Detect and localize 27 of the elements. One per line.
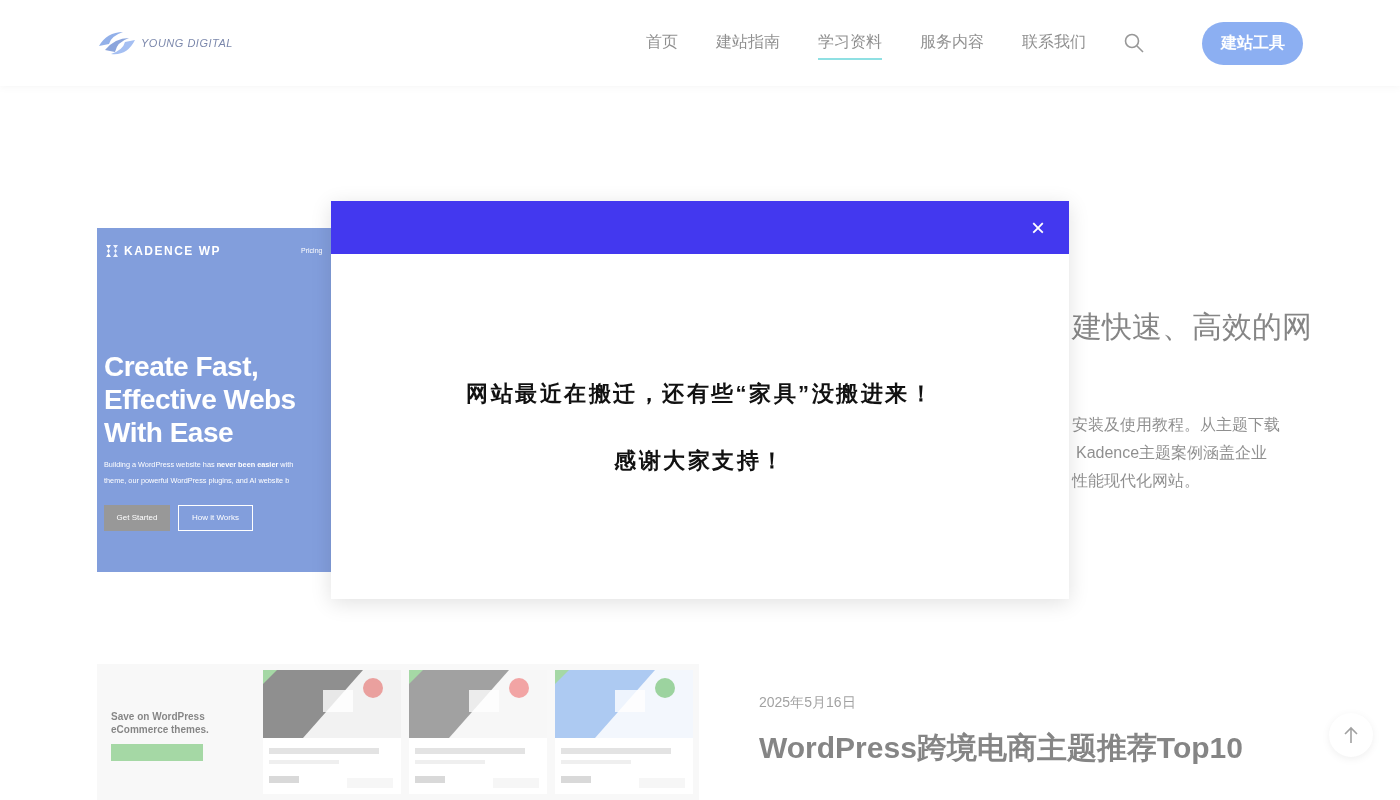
- arrow-up-icon: [1344, 726, 1358, 744]
- search-icon[interactable]: [1124, 33, 1144, 53]
- nav-link[interactable]: 服务内容: [920, 26, 984, 60]
- post-excerpt: 性能现代化网站。: [1072, 471, 1201, 491]
- brand-name: KADENCE WP: [124, 243, 221, 260]
- get-started-button[interactable]: Get Started: [104, 504, 170, 531]
- headline: Create Fast,: [104, 349, 259, 383]
- nav-link[interactable]: 学习资料: [818, 26, 882, 60]
- post-date: 2025年5月16日: [759, 693, 857, 712]
- nav-link[interactable]: 建站指南: [716, 26, 780, 60]
- logo-icon: [104, 244, 120, 258]
- promo-heading: Save on WordPress eCommerce themes.: [111, 710, 210, 736]
- back-to-top-button[interactable]: [1329, 713, 1373, 757]
- post-title: WordPress跨境电商主题推荐Top10: [759, 730, 1243, 766]
- modal-message: 网站最近在搬迁，还有些“家具”没搬进来！: [466, 379, 934, 408]
- headline: With Ease: [104, 415, 234, 449]
- tools-button[interactable]: 建站工具: [1202, 21, 1303, 65]
- headline: Effective Webs: [104, 382, 296, 416]
- logo-text: YOUNG DIGITAL: [141, 35, 233, 51]
- post-excerpt: 安装及使用教程。从主题下载: [1072, 415, 1281, 435]
- close-button[interactable]: ×: [1027, 215, 1049, 240]
- post-title: 建快速、高效的网: [1072, 309, 1312, 345]
- how-it-works-button[interactable]: How it Works: [178, 504, 253, 531]
- nav-link[interactable]: 首页: [646, 26, 678, 60]
- modal-message: 感谢大家支持！: [614, 446, 786, 475]
- post-excerpt: Kadence主题案例涵盖企业: [1076, 443, 1269, 463]
- nav-link[interactable]: 联系我们: [1022, 26, 1086, 60]
